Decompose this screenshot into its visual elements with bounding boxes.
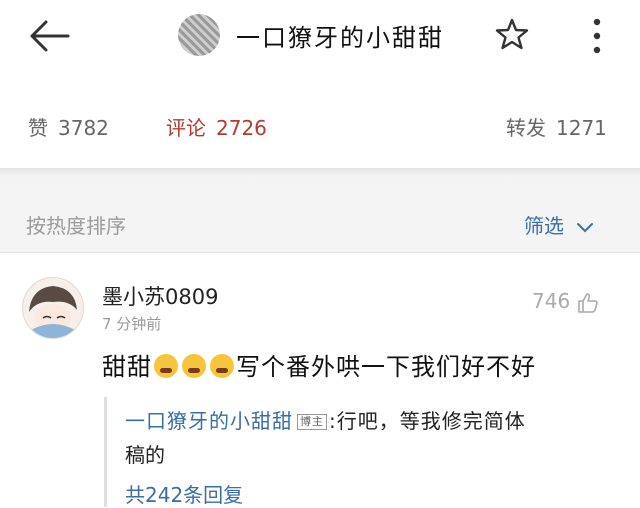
filter-label: 筛选 [524,214,564,238]
comment-text-start: 甜甜 [102,353,152,381]
star-outline-icon [495,18,529,50]
tab-reposts[interactable]: 转发 1271 [506,112,607,141]
likes-count: 3782 [58,116,109,140]
comment-time: 7 分钟前 [102,315,162,333]
reply-author[interactable]: 一口獠牙的小甜甜 [125,409,293,433]
avatar-illustration [29,286,77,338]
blogger-avatar[interactable] [178,14,220,56]
commenter-avatar[interactable] [22,277,84,339]
reply-text-continued: 稿的 [125,443,165,467]
comment-text: 甜甜 写个番外哄一下我们好不好 [102,347,536,382]
arrow-left-icon [30,20,70,52]
reply-text: :行吧，等我修完简体 [329,409,526,433]
commenter-name[interactable]: 墨小苏0809 [102,281,218,311]
divider [0,168,640,196]
comments-count: 2726 [216,116,267,140]
comments-label: 评论 [166,116,206,140]
favorite-button[interactable] [494,16,530,52]
like-count: 746 [532,289,571,313]
back-button[interactable] [28,18,72,54]
sort-by-hot-button[interactable]: 按热度排序 [26,210,126,239]
comment-item: 墨小苏0809 7 分钟前 746 甜甜 写个番外哄一下我们好不好 一口獠牙的小甜… [0,253,640,507]
blogger-badge: 博主 [297,414,327,430]
stats-tabs: 赞 3782 评论 2726 转发 1271 [0,96,640,158]
tab-comments[interactable]: 评论 2726 [166,112,267,141]
page-title: 一口獠牙的小甜甜 [236,24,444,52]
crying-face-icon [154,354,178,378]
crying-face-icon [210,354,234,378]
thumbs-up-icon [578,292,598,313]
sort-bar: 按热度排序 筛选 [0,196,640,253]
crying-face-icon [182,354,206,378]
reposts-count: 1271 [556,116,607,140]
more-options-button[interactable] [586,16,608,56]
like-button[interactable]: 746 [532,289,600,315]
view-all-replies-link[interactable]: 共242条回复 [125,479,243,508]
reply-preview: 一口獠牙的小甜甜 博主:行吧，等我修完简体 稿的 共242条回复 [104,397,637,507]
likes-label: 赞 [28,116,48,140]
more-vertical-icon [593,18,601,54]
tab-likes[interactable]: 赞 3782 [28,112,109,141]
filter-button[interactable]: 筛选 [524,210,594,239]
reply-line: 一口獠牙的小甜甜 博主:行吧，等我修完简体 [125,405,526,434]
comment-text-end: 写个番外哄一下我们好不好 [236,353,536,381]
top-bar: 一口獠牙的小甜甜 [0,0,640,76]
chevron-down-icon [577,222,593,232]
reposts-label: 转发 [506,116,546,140]
